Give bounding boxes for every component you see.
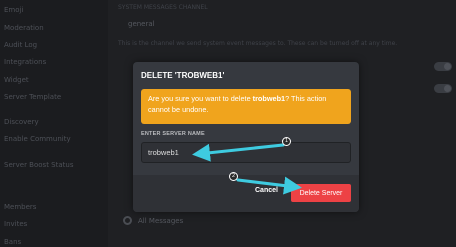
settings-sidebar: Emoji Moderation Audit Log Integrations … (0, 0, 108, 247)
setting-toggle-2[interactable] (434, 84, 452, 93)
sidebar-item-widget[interactable]: Widget (4, 76, 29, 84)
modal-footer: Cancel Delete Server (133, 175, 359, 212)
sidebar-item-server-template[interactable]: Server Template (4, 93, 61, 101)
server-name-input[interactable] (141, 142, 351, 163)
sidebar-item-discovery[interactable]: Discovery (4, 118, 39, 126)
sidebar-item-emoji[interactable]: Emoji (4, 6, 23, 14)
all-messages-radio[interactable] (123, 216, 132, 225)
all-messages-label: All Messages (138, 217, 184, 225)
modal-title: DELETE 'TROBWEB1' (141, 71, 225, 80)
sidebar-item-enable-community[interactable]: Enable Community (4, 135, 71, 143)
warning-box: Are you sure you want to delete trobweb1… (141, 89, 351, 124)
sidebar-item-audit-log[interactable]: Audit Log (4, 41, 37, 49)
system-messages-label: SYSTEM MESSAGES CHANNEL (118, 4, 208, 11)
sidebar-item-invites[interactable]: Invites (4, 220, 27, 228)
step-2-badge: 2 (229, 172, 238, 181)
sidebar-item-bans[interactable]: Bans (4, 238, 21, 246)
step-1-badge: 1 (282, 137, 291, 146)
sidebar-item-members[interactable]: Members (4, 203, 36, 211)
sidebar-item-server-boost-status[interactable]: Server Boost Status (4, 161, 73, 169)
sidebar-item-integrations[interactable]: Integrations (4, 58, 46, 66)
warning-server-name: trobweb1 (252, 94, 286, 103)
server-name-label: ENTER SERVER NAME (141, 131, 205, 137)
cancel-button[interactable]: Cancel (255, 187, 278, 194)
warning-prefix: Are you sure you want to delete (148, 94, 253, 103)
system-messages-description: This is the channel we send system event… (118, 40, 398, 47)
delete-server-button[interactable]: Delete Server (291, 184, 351, 202)
delete-server-modal: DELETE 'TROBWEB1' Are you sure you want … (133, 62, 359, 212)
setting-toggle-1[interactable] (434, 62, 452, 71)
channel-select-value[interactable]: general (128, 20, 155, 28)
sidebar-item-moderation[interactable]: Moderation (4, 24, 44, 32)
